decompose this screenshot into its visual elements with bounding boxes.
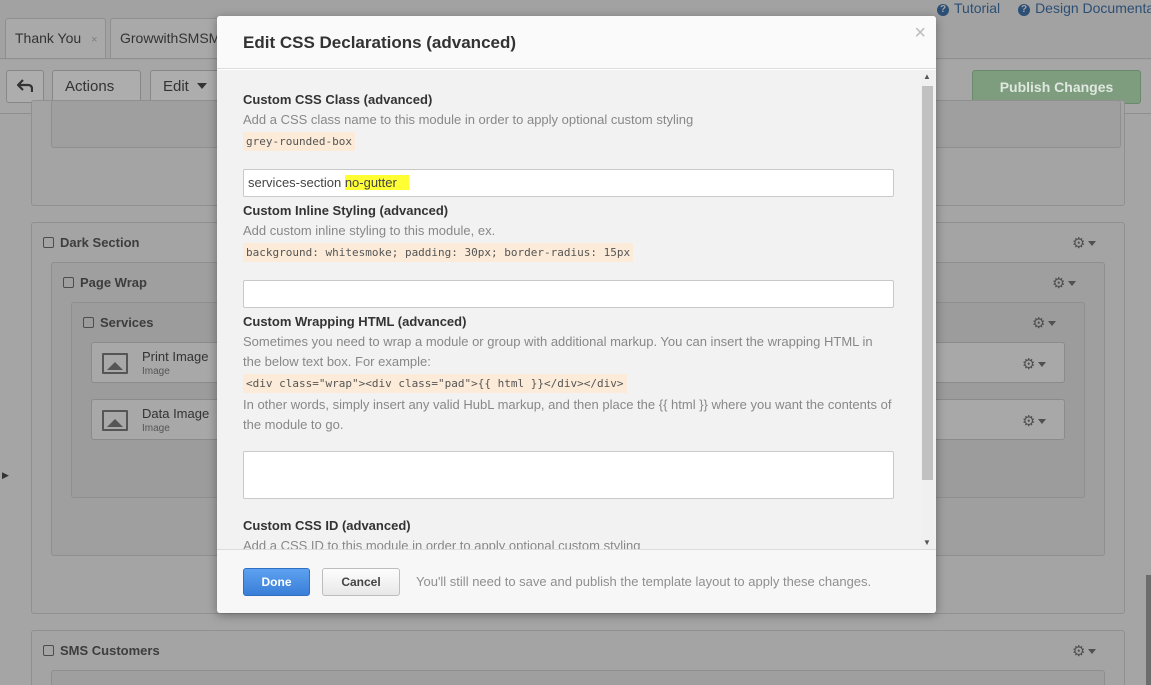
edit-label: Edit (163, 78, 189, 95)
gear-menu[interactable]: ⚙ (1022, 355, 1047, 373)
actions-dropdown[interactable]: Actions (52, 70, 141, 120)
modal-body[interactable]: Custom CSS Class (advanced) Add a CSS cl… (217, 70, 936, 549)
gear-menu[interactable]: ⚙ (1072, 234, 1097, 252)
gear-icon: ⚙ (1072, 235, 1086, 252)
back-button[interactable] (6, 70, 44, 103)
field-description: Add custom inline styling to this module… (243, 223, 496, 238)
caret-down-icon (196, 83, 207, 89)
code-example: <div class="wrap"><div class="pad">{{ ht… (243, 374, 627, 393)
css-class-field: Custom CSS Class (advanced) Add a CSS cl… (243, 90, 894, 153)
tutorial-link[interactable]: Tutorial (954, 0, 1000, 16)
tab-close-icon[interactable]: × (91, 34, 97, 46)
module-type: Image (142, 366, 170, 377)
wrapping-html-field: Custom Wrapping HTML (advanced) Sometime… (243, 312, 894, 435)
dark-section-label: Dark Section (43, 235, 139, 250)
tab-label: GrowwithSMSMa (120, 30, 229, 46)
modal-header: Edit CSS Declarations (advanced) × (217, 16, 936, 69)
caret-down-icon (1038, 419, 1047, 424)
edit-dropdown[interactable]: Edit (150, 70, 220, 103)
cancel-button[interactable]: Cancel (322, 568, 400, 596)
cube-icon (83, 317, 94, 328)
actions-label: Actions (65, 78, 115, 95)
back-arrow-icon (16, 79, 34, 92)
tab-label: Thank You (15, 30, 82, 46)
field-label: Custom CSS ID (advanced) (243, 518, 411, 533)
field-description: Add a CSS ID to this module in order to … (243, 538, 641, 549)
field-label: Custom Inline Styling (advanced) (243, 203, 449, 218)
footer-note: You'll still need to save and publish th… (416, 574, 872, 589)
caret-down-icon (1068, 281, 1077, 286)
gear-icon: ⚙ (1032, 315, 1046, 332)
inline-style-field: Custom Inline Styling (advanced) Add cus… (243, 201, 894, 264)
module-name: Data Image (142, 406, 210, 421)
modal-title: Edit CSS Declarations (advanced) (243, 33, 517, 52)
close-icon[interactable]: × (914, 22, 926, 45)
image-icon (102, 410, 128, 431)
image-icon (102, 353, 128, 374)
sms-customers-inner (51, 670, 1105, 685)
gear-icon: ⚙ (1052, 275, 1066, 292)
gear-icon: ⚙ (1022, 413, 1036, 430)
expand-arrow-icon[interactable]: ▶ (2, 470, 9, 481)
gear-icon: ⚙ (1022, 356, 1036, 373)
scrollbar-thumb[interactable] (922, 86, 933, 480)
cube-icon (43, 237, 54, 248)
publish-changes-button[interactable]: Publish Changes (972, 70, 1141, 104)
gear-menu[interactable]: ⚙ (1052, 274, 1077, 292)
input-text: services-section (248, 175, 345, 190)
gear-menu[interactable]: ⚙ (1032, 314, 1057, 332)
sms-customers-label: SMS Customers (43, 643, 160, 658)
page-scrollbar[interactable] (1146, 575, 1151, 685)
services-label: Services (83, 315, 154, 330)
question-icon: ? (1018, 4, 1031, 16)
done-button[interactable]: Done (243, 568, 310, 596)
modal-footer: Done Cancel You'll still need to save an… (217, 549, 936, 613)
scroll-down-icon[interactable]: ▼ (923, 538, 931, 547)
module-type: Image (142, 423, 170, 434)
cube-icon (43, 645, 54, 656)
scroll-up-icon[interactable]: ▲ (923, 72, 931, 81)
tab-thank-you[interactable]: Thank You × (5, 18, 106, 58)
gear-menu[interactable]: ⚙ (1072, 642, 1097, 660)
field-label: Custom CSS Class (advanced) (243, 92, 433, 107)
page-wrap-label: Page Wrap (63, 275, 147, 290)
field-description: Add a CSS class name to this module in o… (243, 112, 694, 127)
edit-css-modal: Edit CSS Declarations (advanced) × Custo… (217, 16, 936, 613)
help-links: ? Tutorial ? Design Documentatio (937, 0, 1151, 16)
css-class-input[interactable]: services-section no-gutter (243, 169, 894, 197)
caret-down-icon (1038, 362, 1047, 367)
module-name: Print Image (142, 349, 209, 364)
wrapping-html-textarea[interactable] (243, 451, 894, 499)
field-description: Sometimes you need to wrap a module or g… (243, 334, 873, 369)
gear-icon: ⚙ (1072, 643, 1086, 660)
question-icon: ? (937, 4, 949, 16)
code-example: background: whitesmoke; padding: 30px; b… (243, 243, 634, 262)
caret-down-icon (1088, 241, 1097, 246)
field-label: Custom Wrapping HTML (advanced) (243, 314, 467, 329)
cube-icon (63, 277, 74, 288)
highlighted-text: no-gutter (344, 175, 409, 190)
gear-menu[interactable]: ⚙ (1022, 412, 1047, 430)
css-id-field: Custom CSS ID (advanced) Add a CSS ID to… (243, 516, 894, 549)
design-documentation-link[interactable]: Design Documentatio (1035, 0, 1151, 16)
modal-scrollbar[interactable]: ▲ ▼ (921, 70, 934, 549)
caret-down-icon (1088, 649, 1097, 654)
code-example: grey-rounded-box (243, 132, 355, 151)
caret-down-icon (1048, 321, 1057, 326)
field-description-2: In other words, simply insert any valid … (243, 397, 892, 432)
inline-style-input[interactable] (243, 280, 894, 308)
